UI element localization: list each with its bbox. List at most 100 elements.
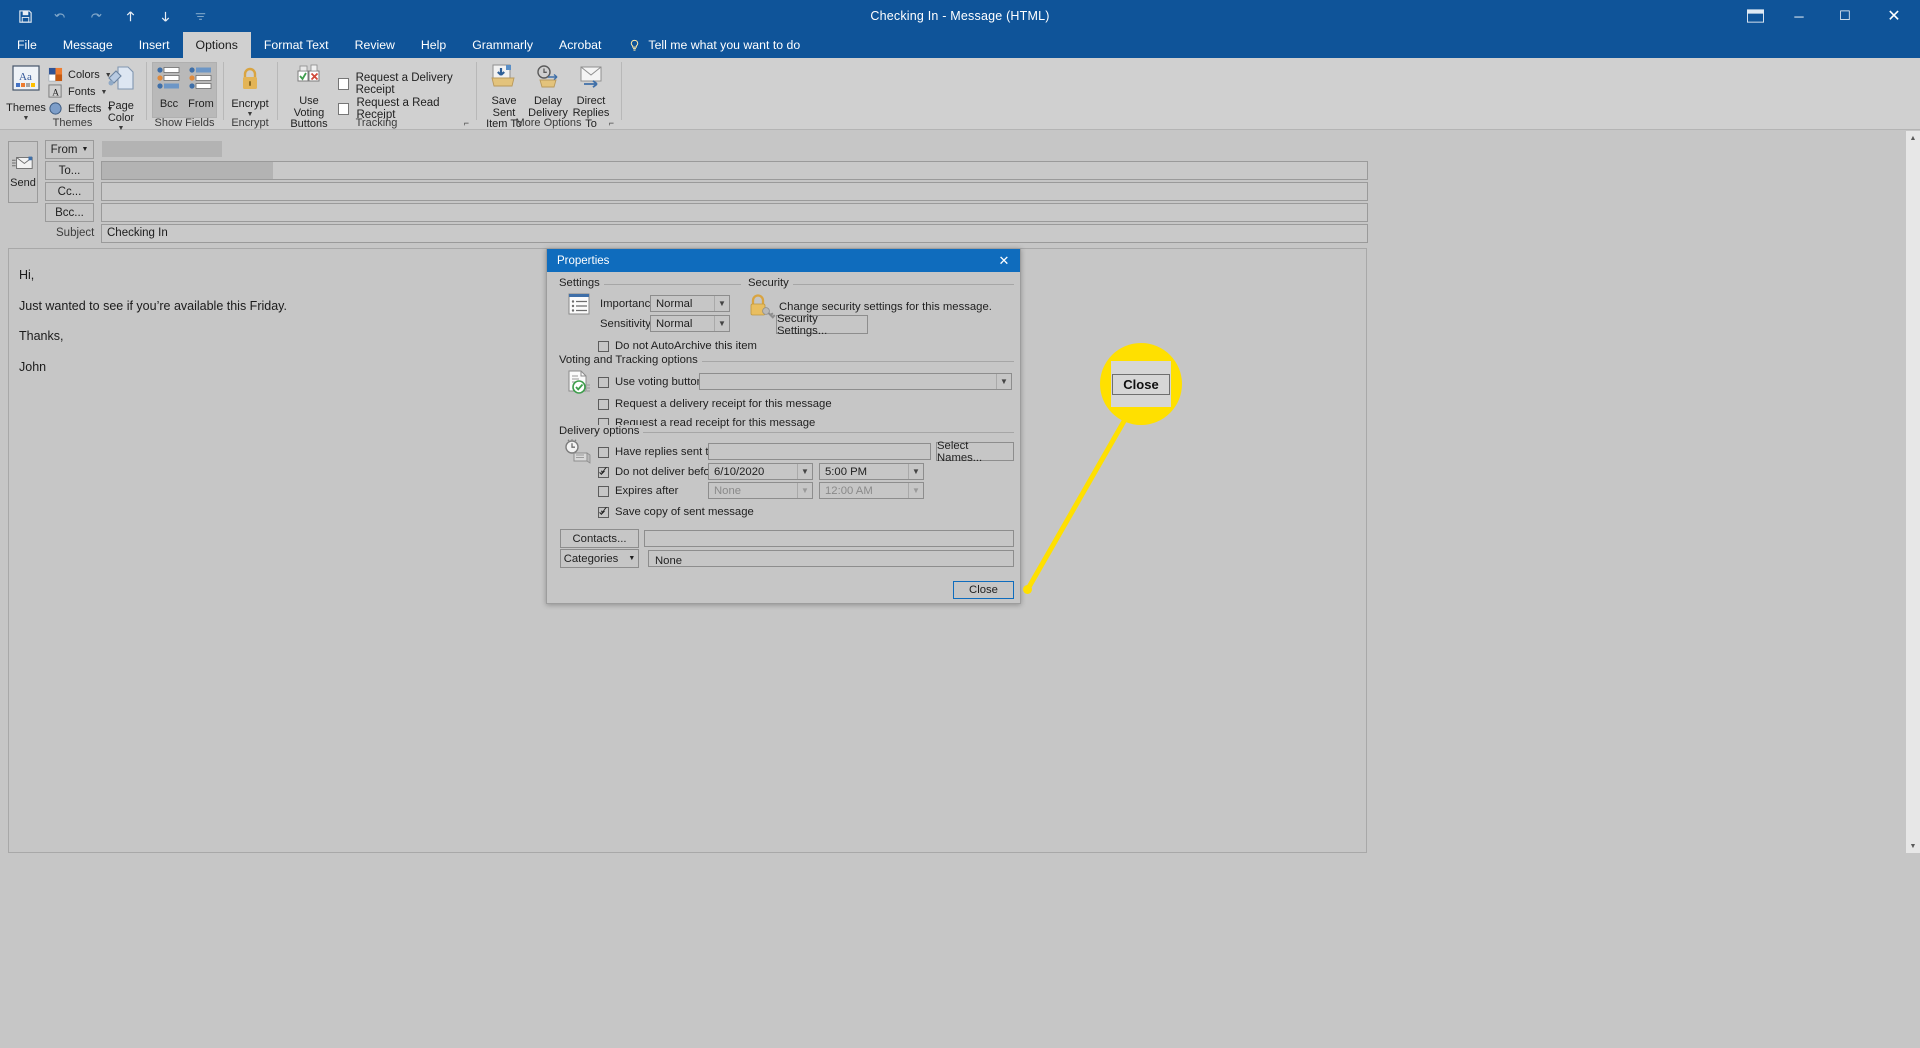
- importance-label: Importance: [600, 298, 657, 310]
- tab-message[interactable]: Message: [50, 32, 126, 58]
- expires-after-checkbox[interactable]: Expires after: [598, 485, 678, 497]
- do-not-deliver-before-checkbox[interactable]: Do not deliver before: [598, 465, 720, 478]
- svg-text:Aa: Aa: [19, 71, 32, 83]
- tab-file[interactable]: File: [4, 32, 50, 58]
- group-separator: [621, 62, 622, 120]
- save-sent-item-icon: [490, 64, 518, 93]
- bcc-button[interactable]: Bcc: [154, 66, 184, 110]
- do-not-deliver-time-combo[interactable]: 5:00 PM ▼: [819, 463, 924, 480]
- bcc-field-button[interactable]: Bcc...: [45, 203, 94, 222]
- title-bar: Checking In - Message (HTML) ─ ☐ ✕: [0, 0, 1920, 32]
- body-line-5: Thanks,: [19, 329, 64, 343]
- request-delivery-receipt-checkbox[interactable]: Request a Delivery Receipt: [338, 72, 475, 96]
- request-delivery-receipt-dialog-checkbox[interactable]: Request a delivery receipt for this mess…: [598, 398, 832, 410]
- bcc-field-input[interactable]: [101, 203, 1368, 222]
- cc-field-input[interactable]: [101, 182, 1368, 201]
- colors-icon: [48, 67, 63, 82]
- contacts-button[interactable]: Contacts...: [560, 529, 639, 548]
- contacts-value: [645, 534, 651, 547]
- tab-insert[interactable]: Insert: [126, 32, 183, 58]
- have-replies-sent-to-input[interactable]: [708, 443, 931, 460]
- to-field-button[interactable]: To...: [45, 161, 94, 180]
- security-settings-button[interactable]: Security Settings...: [776, 313, 868, 337]
- chevron-down-icon[interactable]: ▼: [714, 296, 729, 311]
- tracking-dialog-launcher[interactable]: ⌐: [464, 118, 469, 128]
- callout-anchor-dot: [1023, 585, 1032, 594]
- categories-input[interactable]: None: [648, 550, 1014, 567]
- vertical-scrollbar[interactable]: ▲ ▼: [1906, 131, 1920, 853]
- contacts-input[interactable]: [644, 530, 1014, 547]
- categories-button[interactable]: Categories ▼: [560, 549, 639, 568]
- dialog-close-icon[interactable]: ✕: [988, 249, 1020, 272]
- request-delivery-receipt-dialog-label: Request a delivery receipt for this mess…: [615, 398, 832, 410]
- minimize-button[interactable]: ─: [1776, 0, 1822, 32]
- message-body-text: Hi, Just wanted to see if you’re availab…: [19, 260, 287, 382]
- tab-review[interactable]: Review: [342, 32, 408, 58]
- subject-input[interactable]: Checking In: [101, 224, 1368, 243]
- tab-format-text[interactable]: Format Text: [251, 32, 342, 58]
- save-copy-of-sent-message-checkbox[interactable]: Save copy of sent message: [598, 505, 754, 518]
- themes-button[interactable]: Aa Themes ▼: [6, 64, 46, 122]
- chevron-down-icon[interactable]: ▼: [714, 316, 729, 331]
- checkbox-icon[interactable]: [598, 340, 609, 352]
- theme-colors-label: Colors: [68, 68, 100, 81]
- from-button[interactable]: From: [185, 66, 217, 110]
- checkbox-icon[interactable]: [338, 78, 349, 90]
- checkbox-icon[interactable]: [598, 465, 609, 478]
- tell-me-box[interactable]: Tell me what you want to do: [614, 32, 810, 58]
- subject-label: Subject: [56, 227, 95, 239]
- use-voting-buttons-checkbox[interactable]: Use voting buttons: [598, 376, 709, 388]
- select-names-button[interactable]: Select Names...: [936, 440, 1014, 464]
- checkbox-icon[interactable]: [598, 485, 609, 497]
- chevron-down-icon[interactable]: ▼: [81, 146, 88, 153]
- checkbox-icon[interactable]: [598, 505, 609, 518]
- chevron-down-icon[interactable]: ▼: [628, 555, 635, 562]
- checkbox-icon[interactable]: [338, 103, 350, 115]
- save-copy-of-sent-message-label: Save copy of sent message: [615, 506, 754, 518]
- more-options-dialog-launcher[interactable]: ⌐: [609, 118, 614, 128]
- chevron-down-icon[interactable]: ▼: [797, 483, 812, 498]
- tab-options[interactable]: Options: [182, 32, 251, 58]
- voting-buttons-icon: [295, 64, 323, 93]
- close-window-button[interactable]: ✕: [1868, 0, 1920, 32]
- settings-icon: [567, 292, 591, 321]
- maximize-button[interactable]: ☐: [1822, 0, 1868, 32]
- send-button[interactable]: Send: [8, 141, 38, 203]
- tab-help[interactable]: Help: [408, 32, 459, 58]
- ribbon: Aa Themes ▼ Colors ▼ A Fonts ▼ Effects ▼: [0, 58, 1920, 139]
- expires-time-combo[interactable]: 12:00 AM ▼: [819, 482, 924, 499]
- ribbon-group-themes: Aa Themes ▼ Colors ▼ A Fonts ▼ Effects ▼: [0, 58, 145, 132]
- scroll-down-icon[interactable]: ▼: [1906, 839, 1920, 853]
- svg-text:A: A: [52, 88, 59, 98]
- chevron-down-icon[interactable]: ▼: [908, 483, 923, 498]
- expires-date-combo[interactable]: None ▼: [708, 482, 813, 499]
- chevron-down-icon[interactable]: ▼: [996, 374, 1011, 389]
- tab-acrobat[interactable]: Acrobat: [546, 32, 614, 58]
- checkbox-icon[interactable]: [598, 446, 609, 458]
- importance-combo[interactable]: Normal ▼: [650, 295, 730, 312]
- checkbox-icon[interactable]: [598, 376, 609, 388]
- scroll-up-icon[interactable]: ▲: [1906, 131, 1920, 145]
- chevron-down-icon[interactable]: ▼: [797, 464, 812, 479]
- dialog-close-button[interactable]: Close: [953, 581, 1014, 599]
- have-replies-sent-to-checkbox[interactable]: Have replies sent to: [598, 446, 715, 458]
- from-label: From: [188, 98, 214, 110]
- encrypt-button[interactable]: Encrypt ▼: [229, 66, 271, 118]
- checkbox-icon[interactable]: [598, 398, 609, 410]
- voting-options-combo[interactable]: ▼: [699, 373, 1012, 390]
- cc-field-button[interactable]: Cc...: [45, 182, 94, 201]
- do-not-deliver-date-combo[interactable]: 6/10/2020 ▼: [708, 463, 813, 480]
- do-not-deliver-before-label: Do not deliver before: [615, 466, 720, 478]
- to-field-label: To...: [58, 164, 81, 177]
- body-line-3: Just wanted to see if you’re available t…: [19, 298, 287, 313]
- chevron-down-icon[interactable]: ▼: [908, 464, 923, 479]
- sensitivity-combo[interactable]: Normal ▼: [650, 315, 730, 332]
- from-field-button[interactable]: From ▼: [45, 140, 94, 159]
- do-not-autoarchive-checkbox[interactable]: Do not AutoArchive this item: [598, 340, 757, 352]
- delay-delivery-button[interactable]: Delay Delivery: [528, 64, 568, 119]
- tab-grammarly[interactable]: Grammarly: [459, 32, 546, 58]
- have-replies-sent-to-label: Have replies sent to: [615, 446, 715, 458]
- ribbon-display-options-icon[interactable]: [1734, 0, 1776, 32]
- to-field-input[interactable]: [101, 161, 1368, 180]
- importance-value: Normal: [656, 297, 693, 310]
